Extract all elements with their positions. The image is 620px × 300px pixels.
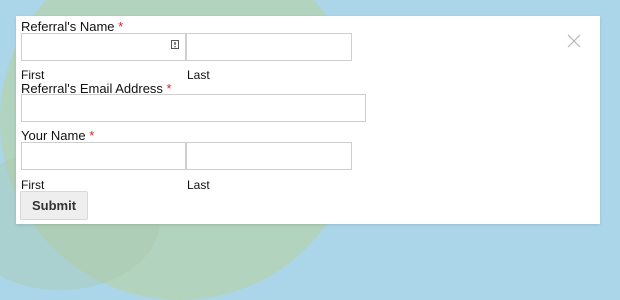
- your-name-label-text: Your Name: [21, 128, 86, 143]
- referral-last-sublabel: Last: [187, 68, 210, 82]
- your-name-label: Your Name *: [21, 128, 94, 143]
- contact-card-icon[interactable]: [171, 40, 179, 49]
- referral-name-label-text: Referral's Name: [21, 19, 115, 34]
- referral-first-sublabel: First: [21, 68, 45, 82]
- your-last-sublabel: Last: [187, 178, 210, 192]
- close-button[interactable]: [566, 33, 582, 49]
- referral-first-name-input[interactable]: [21, 33, 186, 61]
- your-first-name-input[interactable]: [21, 142, 186, 170]
- submit-button[interactable]: Submit: [20, 191, 88, 220]
- required-asterisk: *: [118, 19, 124, 34]
- your-last-name-input[interactable]: [186, 142, 352, 170]
- required-asterisk: *: [89, 128, 95, 143]
- your-first-sublabel: First: [21, 178, 45, 192]
- referral-form-modal: Referral's Name * First Last Referral's …: [16, 16, 600, 224]
- referral-name-label: Referral's Name *: [21, 19, 123, 34]
- referral-email-input[interactable]: [21, 94, 366, 122]
- referral-last-name-input[interactable]: [186, 33, 352, 61]
- close-icon: [567, 34, 581, 48]
